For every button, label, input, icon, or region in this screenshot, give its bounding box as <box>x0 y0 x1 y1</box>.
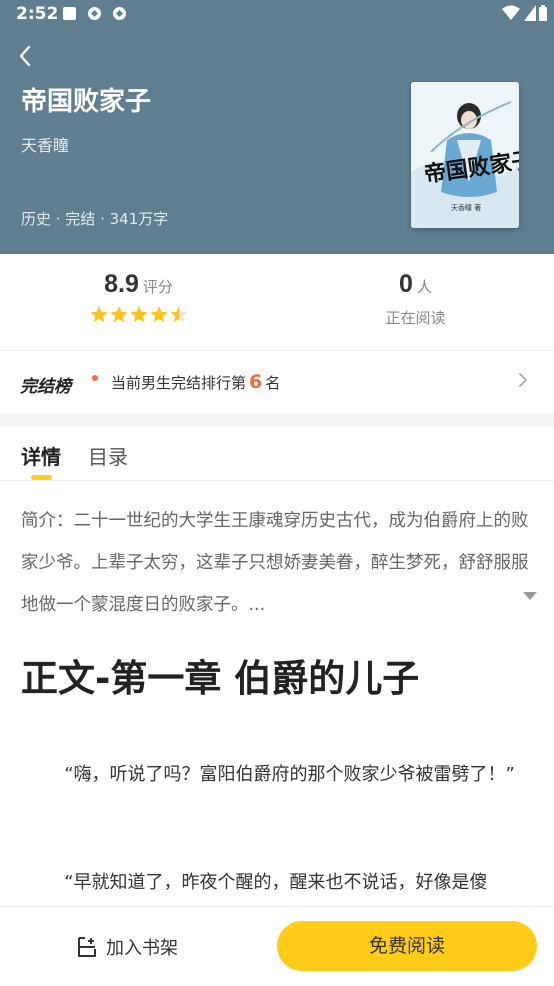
free-read-button[interactable]: 免费阅读 <box>277 921 537 971</box>
section-gap <box>0 413 554 427</box>
rating-value: 8.9 <box>104 270 139 298</box>
rank-suffix: 名 <box>265 374 281 392</box>
cover-art: 帝国败家子 天香瞳 著 <box>411 82 519 228</box>
tab-details[interactable]: 详情 <box>21 441 61 470</box>
add-to-shelf-label: 加入书架 <box>106 938 178 959</box>
sync-icon <box>113 7 126 20</box>
chapter-title: 正文-第一章 伯爵的儿子 <box>21 657 420 700</box>
readers-unit: 人 <box>416 278 432 296</box>
rank-prefix: 当前男生完结排行第 <box>111 374 247 392</box>
chapter-paragraph: “嗨，听说了吗？富阳伯爵府的那个败家少爷被雷劈了！” <box>64 764 515 785</box>
book-cover: 帝国败家子 天香瞳 著 <box>411 82 519 228</box>
expand-arrow-icon[interactable] <box>523 592 537 600</box>
rating-stat: 8.9 评分 <box>0 270 277 325</box>
battery-icon <box>539 5 547 21</box>
bookshelf-icon <box>78 937 96 957</box>
rank-number: 6 <box>249 371 263 393</box>
readers-label: 正在阅读 <box>385 309 446 327</box>
book-header: 2:52 帝国败家子 天香瞳 历史 · 完结 · 341万字 帝国败家子 天香瞳… <box>0 0 554 254</box>
star-icon <box>149 306 168 323</box>
star-rating-icon <box>89 306 188 323</box>
square-icon <box>63 7 76 20</box>
book-stats: 8.9 评分 0人 正在阅读 <box>0 254 554 350</box>
readers-value: 0 <box>399 270 413 298</box>
chapter-paragraph: “早就知道了，昨夜个醒的，醒来也不说话，好像是傻 <box>64 872 488 893</box>
book-intro[interactable]: 简介：二十一世纪的大学生王康魂穿历史古代，成为伯爵府上的败家少爷。上辈子太穷，这… <box>21 500 531 626</box>
wifi-icon <box>502 5 520 20</box>
back-icon[interactable] <box>14 42 38 70</box>
rating-unit: 评分 <box>142 278 173 296</box>
tab-indicator <box>31 475 52 480</box>
book-author[interactable]: 天香瞳 <box>21 132 69 156</box>
bottom-action-bar: 加入书架 免费阅读 <box>0 906 554 986</box>
cover-author: 天香瞳 著 <box>451 203 481 212</box>
signal-icon <box>524 5 536 21</box>
rank-badge: 完结榜 <box>20 377 71 397</box>
star-icon <box>109 306 128 323</box>
status-time: 2:52 <box>16 4 59 24</box>
status-bar: 2:52 <box>0 0 554 30</box>
detail-tabs: 详情 目录 <box>0 427 554 481</box>
rating-stars <box>0 305 277 325</box>
sync-icon <box>88 7 101 20</box>
rank-row[interactable]: 完结榜 当前男生完结排行第 6 名 <box>0 351 554 413</box>
readers-stat: 0人 正在阅读 <box>277 270 554 328</box>
book-meta: 历史 · 完结 · 341万字 <box>21 210 169 228</box>
rank-text: 当前男生完结排行第 6 名 <box>111 371 280 393</box>
rank-dot <box>92 375 98 381</box>
star-icon <box>89 306 108 323</box>
tab-catalog[interactable]: 目录 <box>88 441 128 470</box>
chevron-right-icon <box>519 373 528 387</box>
book-title: 帝国败家子 <box>21 87 152 117</box>
star-icon <box>169 306 188 323</box>
star-icon <box>129 306 148 323</box>
